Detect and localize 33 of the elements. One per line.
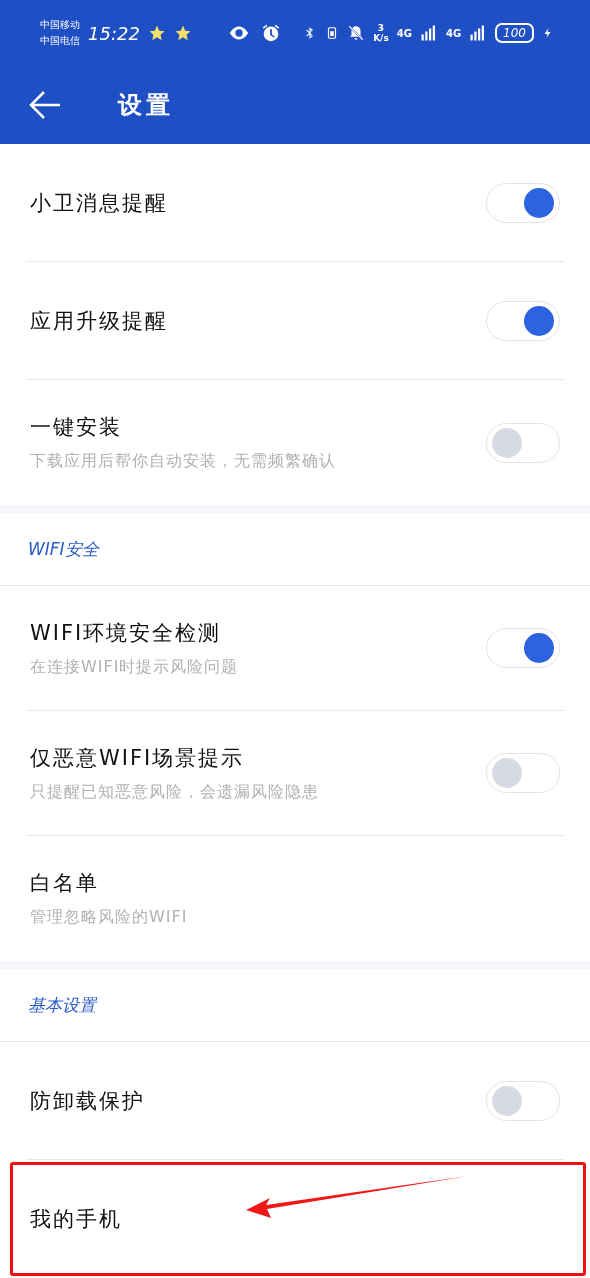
network-type: 4G <box>445 27 462 39</box>
toggle-switch[interactable] <box>486 1080 560 1121</box>
setting-title: 白名单 <box>30 870 100 897</box>
carrier-name: 中国移动 <box>40 18 80 32</box>
speed-unit: K/s <box>373 33 389 43</box>
signal-icon <box>419 24 438 42</box>
setting-description: 在连接WIFI时提示风险问题 <box>30 656 240 678</box>
battery-level: 100 <box>495 23 534 43</box>
setting-title: 一键安装 <box>30 414 123 441</box>
star-icon <box>147 24 166 42</box>
star-icon <box>173 24 192 42</box>
network-type: 4G <box>396 27 412 39</box>
toggle-switch[interactable] <box>486 753 560 793</box>
page-title: 设置 <box>118 90 174 121</box>
toggle-switch[interactable] <box>486 300 560 341</box>
setting-description: 只提醒已知恶意风险，会遗漏风险隐患 <box>30 781 320 803</box>
toggle-switch[interactable] <box>486 182 560 223</box>
toggle-switch[interactable] <box>486 628 560 668</box>
clock-time: 15:22 <box>88 22 140 44</box>
setting-description: 下载应用后帮你自动安装，无需频繁确认 <box>30 451 337 472</box>
back-arrow-icon[interactable] <box>28 90 62 120</box>
setting-title: 应用升级提醒 <box>30 307 169 335</box>
setting-title: 小卫消息提醒 <box>30 189 169 217</box>
setting-title: 仅恶意WIFI场景提示 <box>30 744 246 772</box>
carrier-name: 中国电信 <box>40 34 80 48</box>
section-heading: 基本设置 <box>0 969 590 1042</box>
toggle-switch[interactable] <box>486 422 560 463</box>
setting-title: 我的手机 <box>30 1206 123 1233</box>
section-heading: WIFI安全 <box>0 513 590 586</box>
setting-title: WIFI环境安全检测 <box>30 619 223 647</box>
setting-description: 管理忽略风险的WIFI <box>30 907 189 928</box>
setting-title: 防卸载保护 <box>30 1087 146 1115</box>
speed-value: 3 <box>377 23 385 33</box>
